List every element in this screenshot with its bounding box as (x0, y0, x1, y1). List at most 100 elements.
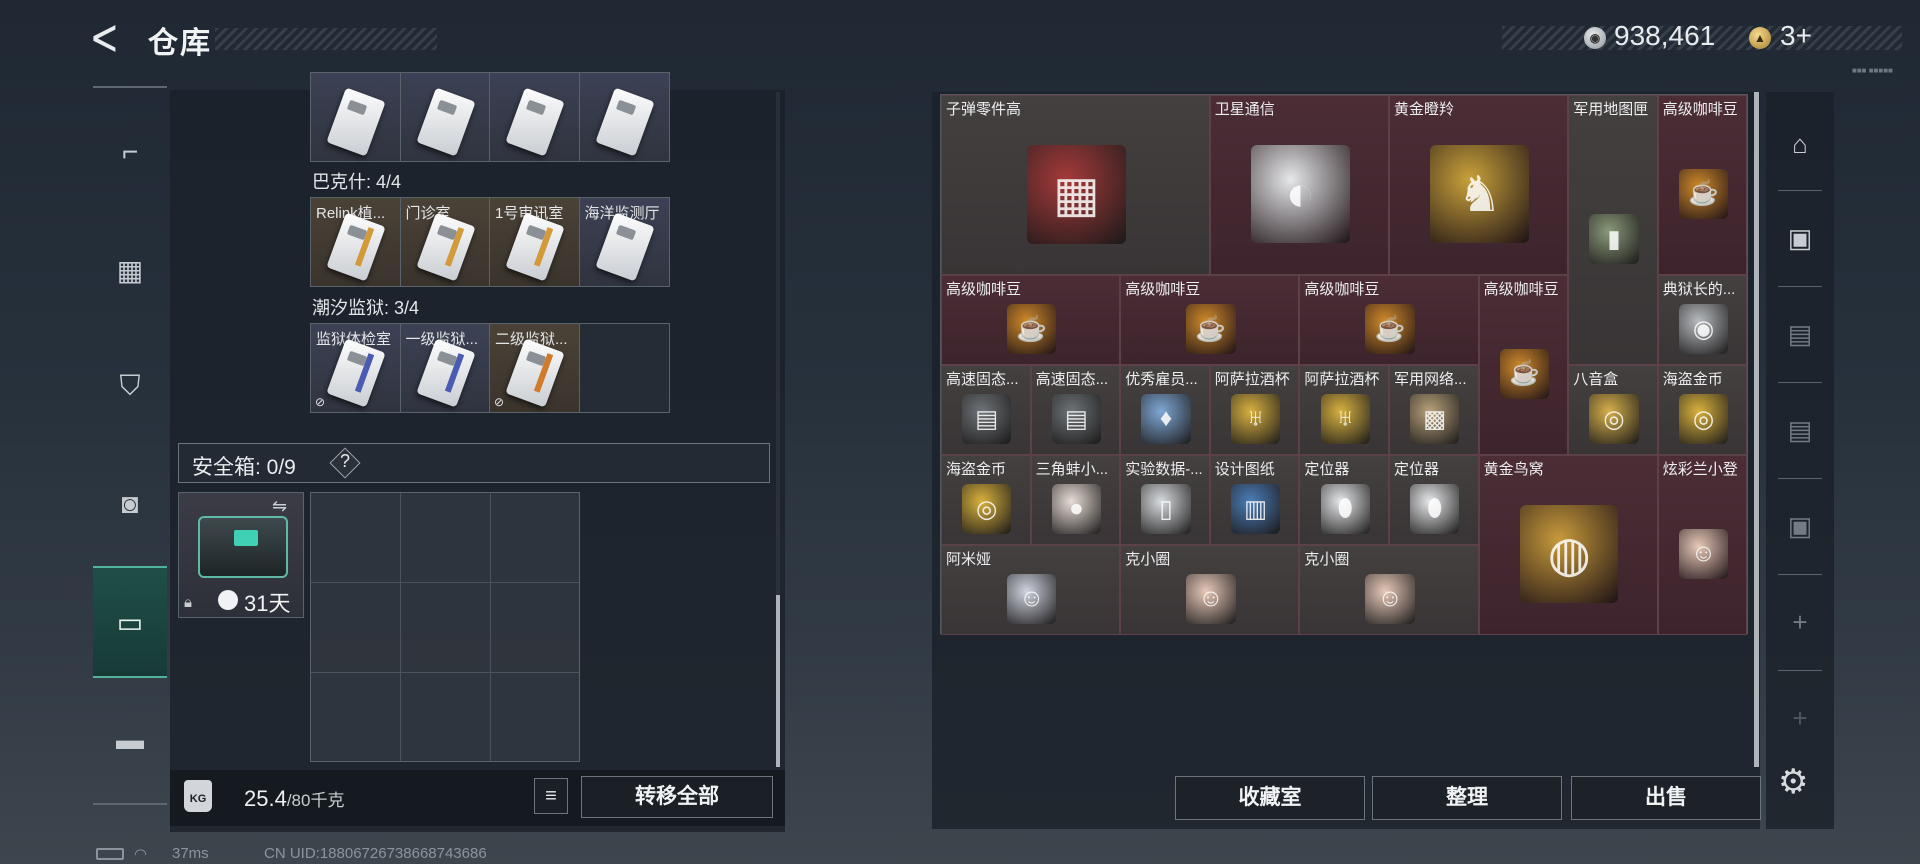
collection-button[interactable]: 收藏室 (1175, 776, 1365, 820)
weight-current: 25.4 (244, 786, 287, 811)
stash-item[interactable]: ◎ 海盗金币 (1657, 365, 1748, 455)
rail-divider-top (93, 86, 167, 88)
stash-item-label: 高速固态... (946, 371, 1019, 388)
rail-item-vest[interactable]: ▦ (93, 214, 167, 326)
organize-button[interactable]: 整理 (1372, 776, 1562, 820)
stash-tab-vault[interactable]: ⌂ (1766, 96, 1834, 192)
stash-item[interactable]: ♅ 阿萨拉酒杯 (1209, 365, 1300, 455)
sell-button[interactable]: 出售 (1571, 776, 1761, 820)
stash-item[interactable]: ▤ 高速固态... (1030, 365, 1121, 455)
armor-icon: ⛉ (119, 369, 141, 401)
list-view-button[interactable]: ≡ (534, 778, 568, 814)
back-button[interactable]: ᐸ (92, 20, 126, 60)
stash-item[interactable]: ▤ 高速固态... (941, 365, 1031, 455)
stash-item[interactable]: ☺ 克小圈 (1120, 545, 1300, 635)
coin-icon: ◉ (1584, 27, 1606, 49)
golden-nest-icon: ◍ (1519, 504, 1619, 604)
stash-item[interactable]: ☺ 阿米娅 (941, 545, 1121, 635)
stash-item[interactable]: ◎ 八音盒 (1568, 365, 1658, 455)
keycard-slot[interactable] (311, 73, 401, 161)
stash-item[interactable]: ☕ 高级咖啡豆 (1120, 275, 1300, 365)
keycard-slot[interactable]: 海洋监测厅 (579, 198, 669, 286)
music-box-icon: ◎ (1589, 394, 1639, 444)
vest-icon: ▦ (116, 254, 144, 286)
stash-scrollbar[interactable] (1754, 92, 1759, 767)
stash-item-label: 军用网络... (1394, 371, 1467, 388)
stash-item[interactable]: ▯ 实验数据-... (1120, 455, 1210, 545)
stash-tab-III[interactable]: ▤ (1766, 382, 1834, 478)
stash-item[interactable]: ▮ 军用地图匣 (1568, 95, 1658, 365)
stash-item[interactable]: ☕ 高级咖啡豆 (1657, 95, 1748, 275)
stash-item[interactable]: ♅ 阿萨拉酒杯 (1299, 365, 1389, 455)
rail-item-toolbox[interactable]: ▬ (93, 684, 167, 796)
gun-icon: ⌐ (121, 136, 139, 167)
coin-amount: 938,461 (1614, 20, 1716, 51)
stash-item-label: 炫彩兰小登 (1662, 461, 1738, 478)
stash-item[interactable]: ▥ 设计图纸 (1209, 455, 1300, 545)
stash-item[interactable]: ◐ 卫星通信 (1209, 95, 1389, 275)
stash-item[interactable]: ◍ 黄金鸟窝 (1478, 455, 1658, 635)
safebox-case-icon (198, 516, 288, 578)
scrollbar-thumb[interactable] (776, 595, 780, 767)
uid-value: CN UID:18806726738668743686 (264, 845, 487, 862)
stash-item[interactable]: ☕ 高级咖啡豆 (1478, 275, 1569, 455)
stash-item-label: 海盗金币 (946, 461, 1007, 478)
stash-item[interactable]: ◎ 海盗金币 (941, 455, 1031, 545)
stash-item[interactable]: ⬮ 定位器 (1389, 455, 1479, 545)
transfer-all-button[interactable]: 转移全部 (581, 776, 773, 818)
stash-item[interactable]: ☕ 高级咖啡豆 (1299, 275, 1479, 365)
keycard-icon (505, 87, 565, 157)
stash-item-label: 阿萨拉酒杯 (1304, 371, 1380, 388)
stash-item[interactable]: ▦ 子弹零件高 (941, 95, 1210, 275)
doll-icon: ☺ (1186, 574, 1236, 624)
ammo-parts-icon: ▦ (1026, 144, 1126, 244)
rail-item-safebox[interactable]: ▭ (93, 566, 167, 678)
rail-item-armor[interactable]: ⛉ (93, 330, 167, 442)
keycard-slot[interactable]: Relink植... (311, 198, 401, 286)
keycard-slot[interactable]: 二级监狱... ⊘ (490, 324, 580, 412)
stash-tab-V[interactable]: ▣ (1766, 478, 1834, 574)
trophy-icon: ♦ (1141, 394, 1191, 444)
safebox-grid[interactable] (310, 492, 580, 762)
keycard-slot[interactable]: 1号审讯室 (490, 198, 580, 286)
stash-item[interactable]: ☕ 高级咖啡豆 (941, 275, 1121, 365)
bunny-doll-icon: ☺ (1006, 574, 1057, 624)
ticket-icon: ▲ (1749, 27, 1771, 49)
safebox-duration: 31天 (244, 591, 291, 616)
stash-tab-IV-alt-icon: ▤ (1787, 318, 1813, 349)
stash-item-label: 阿萨拉酒杯 (1214, 371, 1290, 388)
coffee-bag-icon: ☕ (1678, 169, 1729, 219)
stash-item[interactable]: ☺ 克小圈 (1299, 545, 1479, 635)
stash-item[interactable]: ● 三角蚌小... (1030, 455, 1121, 545)
stash-item[interactable]: ♞ 黄金瞪羚 (1389, 95, 1569, 275)
watermark: ■■■ ■■■■■ (1852, 66, 1893, 75)
add-stash-tab-button-disabled[interactable]: + (1766, 670, 1834, 766)
stash-item[interactable]: ♦ 优秀雇员... (1120, 365, 1210, 455)
keycard-slot[interactable] (490, 73, 580, 161)
keycard-slot[interactable]: 门诊室 (400, 198, 490, 286)
swap-icon[interactable]: ⇋ (272, 496, 287, 517)
stash-grid: ▦ 子弹零件高 ◐ 卫星通信 ♞ 黄金瞪羚 ▮ 军用地图匣 ☕ 高级咖啡豆 ☕ 高级咖啡豆 ☕ 高级咖啡豆… (940, 94, 1748, 635)
stash-item[interactable]: ◉ 典狱长的... (1657, 275, 1748, 365)
keycard-slot[interactable] (400, 73, 490, 161)
keycard-slot[interactable]: 一级监狱... (400, 324, 490, 412)
keycard-slot-empty[interactable] (579, 324, 669, 412)
add-stash-tab-button[interactable]: + (1766, 574, 1834, 670)
ticket-amount[interactable]: 3+ (1780, 20, 1812, 52)
stash-item[interactable]: ⬮ 定位器 (1299, 455, 1389, 545)
stash-tab-IV[interactable]: ▣ (1766, 190, 1834, 286)
rail-item-weapons[interactable]: ⌐ (93, 96, 167, 208)
keycard-group-title: 巴克什: 4/4 (312, 172, 402, 192)
goblet-icon: ♅ (1320, 394, 1370, 444)
backpack-icon: ◙ (121, 488, 139, 519)
stash-item[interactable]: ▩ 军用网络... (1389, 365, 1479, 455)
keycard-slot[interactable] (579, 73, 669, 161)
settings-button[interactable]: ⚙ (1778, 762, 1808, 802)
rail-item-backpack[interactable]: ◙ (93, 448, 167, 560)
keycard-slot[interactable]: 监狱体检室 ⊘ (311, 324, 401, 412)
stash-tab-IV-alt[interactable]: ▤ (1766, 286, 1834, 382)
coffee-bag-icon: ☕ (1499, 349, 1550, 399)
stash-item[interactable]: ☺ 炫彩兰小登 (1657, 455, 1748, 635)
weight-icon: KG (184, 780, 212, 812)
lock-icon: 🔒︎ (184, 594, 192, 611)
